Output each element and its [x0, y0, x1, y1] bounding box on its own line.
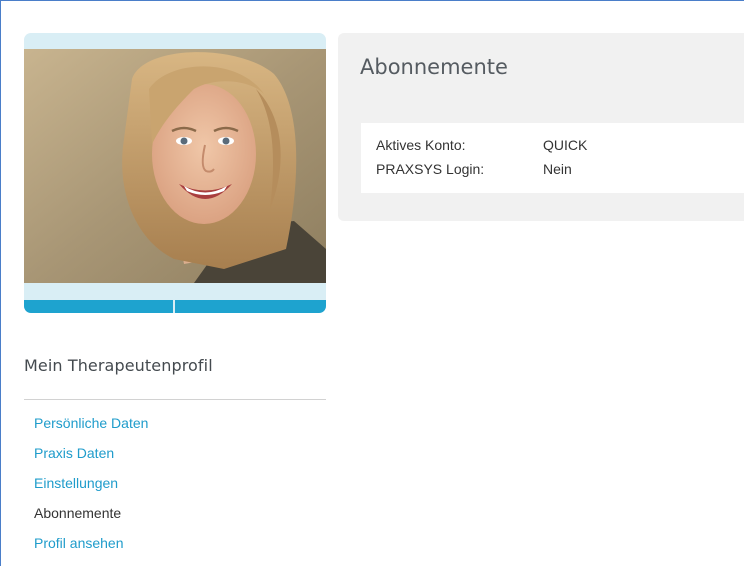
sidebar-divider	[24, 399, 326, 400]
info-label: Aktives Konto:	[376, 137, 466, 153]
info-value: QUICK	[543, 137, 588, 153]
sidebar-item-praxis-daten[interactable]: Praxis Daten	[34, 444, 148, 474]
info-label: PRAXSYS Login:	[376, 161, 485, 177]
sidebar-item-persoenliche-daten[interactable]: Persönliche Daten	[34, 414, 148, 444]
profile-card	[24, 33, 326, 313]
subscription-panel: Abonnemente Aktives Konto: QUICK PRAXSYS…	[338, 33, 744, 221]
photo-actions	[24, 300, 326, 313]
sidebar-item-einstellungen[interactable]: Einstellungen	[34, 474, 148, 504]
sidebar-nav: Persönliche Daten Praxis Daten Einstellu…	[34, 414, 148, 564]
sidebar-item-profil-ansehen[interactable]: Profil ansehen	[34, 534, 148, 564]
profile-photo	[24, 49, 326, 283]
info-value: Nein	[543, 161, 572, 177]
info-row-active-account: Aktives Konto: QUICK	[376, 137, 587, 153]
info-row-praxsys-login: PRAXSYS Login: Nein	[376, 161, 572, 177]
page-title: Abonnemente	[360, 55, 508, 79]
profile-heading: Mein Therapeutenprofil	[24, 356, 213, 375]
subscription-info: Aktives Konto: QUICK PRAXSYS Login: Nein	[361, 123, 744, 193]
sidebar-item-abonnemente: Abonnemente	[34, 505, 122, 521]
delete-photo-button[interactable]	[175, 300, 326, 313]
edit-photo-button[interactable]	[24, 300, 173, 313]
